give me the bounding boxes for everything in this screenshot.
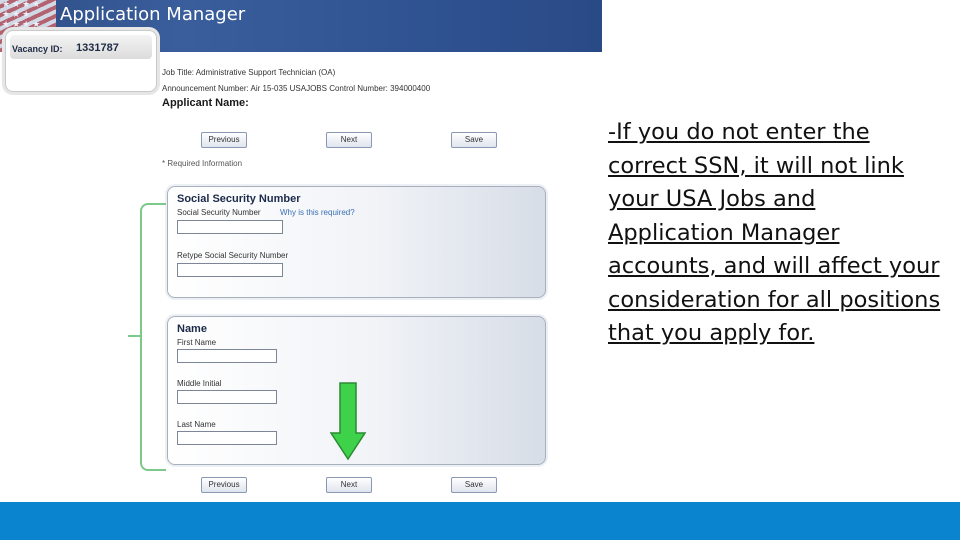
- ssn-label: Social Security Number: [177, 208, 261, 217]
- first-name-label: First Name: [177, 338, 217, 347]
- last-name-input[interactable]: [177, 431, 277, 445]
- required-note: * Required Information: [162, 159, 243, 168]
- why-required-link[interactable]: Why is this required?: [280, 208, 355, 217]
- ssn-input[interactable]: [177, 220, 283, 234]
- bracket-tick: [128, 335, 142, 337]
- next-button-bottom[interactable]: Next: [326, 477, 372, 493]
- middle-initial-label: Middle Initial: [177, 379, 222, 388]
- middle-initial-input[interactable]: [177, 390, 277, 404]
- down-arrow-icon: [329, 382, 367, 461]
- announcement-number: Announcement Number: Air 15-035 USAJOBS …: [162, 84, 431, 93]
- save-button[interactable]: Save: [451, 132, 497, 148]
- save-button-bottom[interactable]: Save: [451, 477, 497, 493]
- retype-ssn-input[interactable]: [177, 263, 283, 277]
- previous-button[interactable]: Previous: [201, 132, 247, 148]
- bracket-icon: [140, 203, 166, 471]
- footer-bar: [0, 502, 960, 540]
- job-title: Job Title: Administrative Support Techni…: [162, 68, 336, 77]
- name-section-title: Name: [177, 323, 207, 335]
- ssn-panel: Social Security Number Social Security N…: [167, 186, 546, 298]
- last-name-label: Last Name: [177, 420, 216, 429]
- next-button[interactable]: Next: [326, 132, 372, 148]
- application-manager-screenshot: ★★★★ ★★★ ★★★★ ★★★ ★★★★ Application Manag…: [0, 0, 602, 502]
- ssn-warning-note: -If you do not enter the correct SSN, it…: [608, 119, 941, 346]
- applicant-name-label: Applicant Name:: [162, 97, 249, 109]
- previous-button-bottom[interactable]: Previous: [201, 477, 247, 493]
- vacancy-label: Vacancy ID:: [12, 44, 63, 54]
- vacancy-id: 1331787: [76, 42, 119, 54]
- ssn-section-title: Social Security Number: [177, 193, 301, 205]
- retype-ssn-label: Retype Social Security Number: [177, 251, 289, 260]
- app-title: Application Manager: [60, 4, 246, 25]
- vacancy-tab: [5, 30, 157, 92]
- first-name-input[interactable]: [177, 349, 277, 363]
